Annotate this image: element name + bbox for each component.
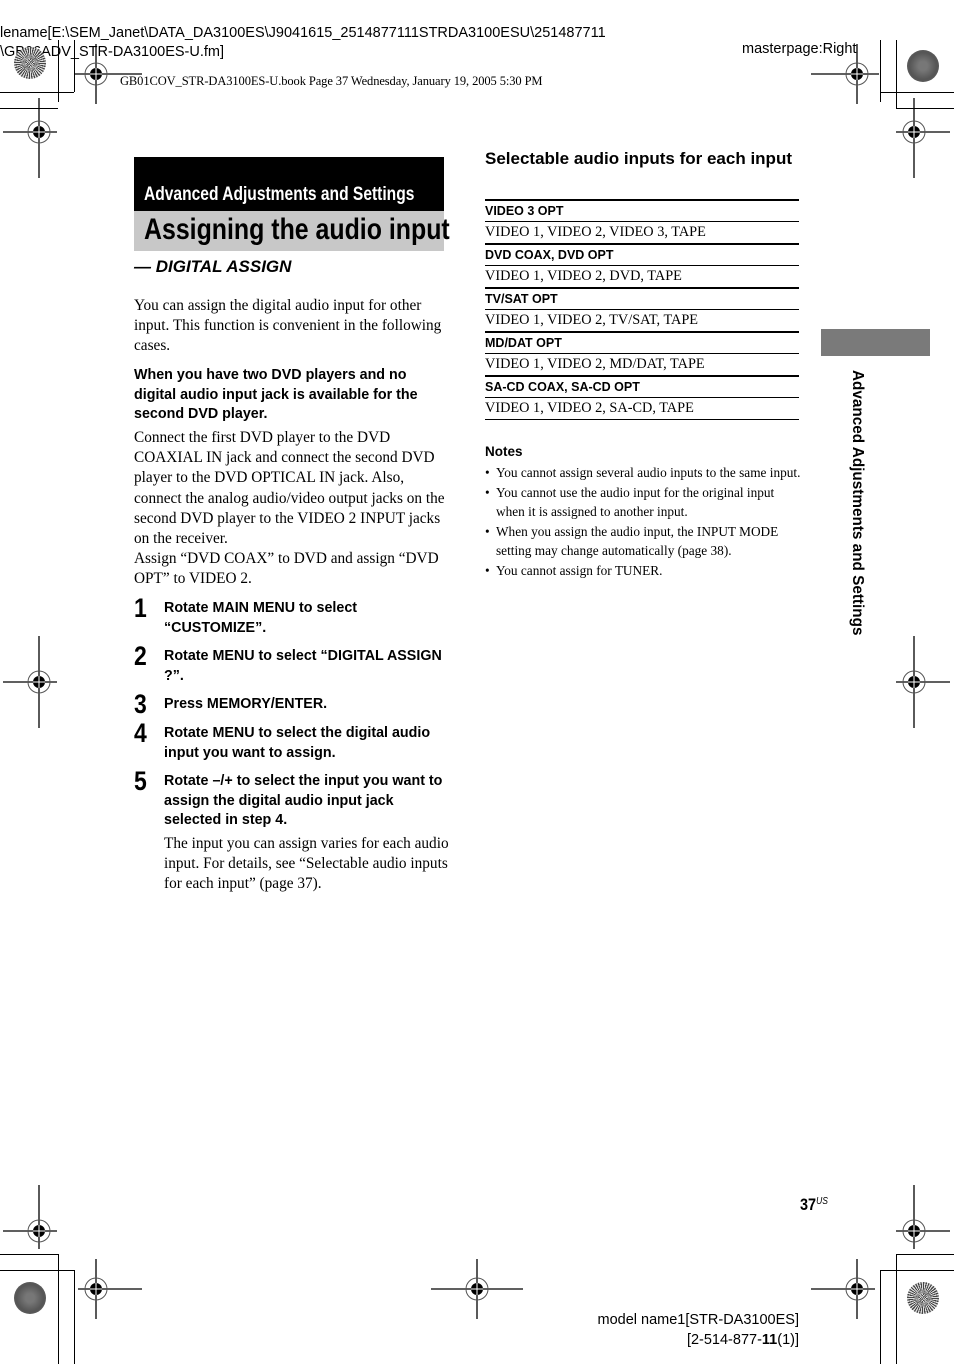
- intro-paragraph: You can assign the digital audio input f…: [134, 297, 442, 355]
- step-number: 2: [134, 641, 147, 671]
- model-code-prefix: [2-514-877-: [686, 1332, 762, 1348]
- color-rosette-icon: [907, 50, 939, 82]
- crosshair-icon: [896, 1185, 950, 1249]
- note-item: You cannot use the audio input for the o…: [485, 483, 801, 522]
- crop-line: [0, 1254, 58, 1255]
- crosshair-icon: [3, 1185, 57, 1249]
- table-row-input: TV/SAT OPT: [485, 287, 799, 309]
- table-title: Selectable audio inputs for each input: [485, 149, 792, 168]
- note-item: You cannot assign for TUNER.: [485, 561, 801, 581]
- crosshair-icon: [74, 44, 142, 104]
- step-number: 1: [134, 593, 147, 623]
- crosshair-icon: [896, 636, 950, 728]
- crosshair-icon: [3, 98, 57, 178]
- table-row-input: DVD COAX, DVD OPT: [485, 243, 799, 265]
- page-number-value: 37: [800, 1195, 817, 1214]
- crosshair-icon: [3, 636, 57, 728]
- table-row-selectable: VIDEO 1, VIDEO 2, TV/SAT, TAPE: [485, 309, 799, 331]
- table-row-input: SA-CD COAX, SA-CD OPT: [485, 375, 799, 397]
- step-note: The input you can assign varies for each…: [164, 835, 449, 893]
- crop-line: [0, 92, 74, 93]
- crosshair-icon: [896, 98, 950, 178]
- step-number: 3: [134, 689, 147, 719]
- model-line-1: model name1[STR-DA3100ES]: [597, 1312, 800, 1328]
- notes-list: You cannot assign several audio inputs t…: [485, 463, 801, 580]
- notes-heading: Notes: [485, 444, 523, 459]
- model-info: model name1[STR-DA3100ES] [2-514-877-11(…: [598, 1310, 800, 1350]
- note-item: When you assign the audio input, the INP…: [485, 522, 801, 561]
- crop-line: [880, 1270, 954, 1271]
- crosshair-icon: [78, 1259, 142, 1319]
- crop-line: [74, 1270, 75, 1364]
- case-body-paragraph-1: Connect the first DVD player to the DVD …: [134, 429, 445, 548]
- title-banner: Assigning the audio input: [134, 211, 450, 251]
- table-row-selectable: VIDEO 1, VIDEO 2, SA-CD, TAPE: [485, 397, 799, 419]
- model-code-suffix: (1)]: [777, 1332, 799, 1348]
- page-number-suffix: US: [816, 1196, 828, 1207]
- case-body: Connect the first DVD player to the DVD …: [134, 428, 450, 590]
- side-tab-block: [821, 329, 930, 356]
- step-text: Rotate MENU to select the digital audio …: [164, 725, 431, 761]
- crosshair-icon: [811, 44, 879, 104]
- step-number: 4: [134, 718, 147, 748]
- category-banner: Advanced Adjustments and Settings: [134, 157, 444, 211]
- color-rosette-icon: [14, 1282, 46, 1314]
- crop-line: [880, 1270, 881, 1364]
- case-body-paragraph-2: Assign “DVD COAX” to DVD and assign “DVD…: [134, 550, 439, 588]
- crop-line: [896, 1254, 954, 1255]
- table-row-input: MD/DAT OPT: [485, 331, 799, 353]
- table-bottom-rule: [485, 419, 799, 420]
- case-heading: When you have two DVD players and no dig…: [134, 367, 418, 422]
- model-line-2: [2-514-877-11(1)]: [598, 1330, 799, 1350]
- note-item: You cannot assign several audio inputs t…: [485, 463, 801, 483]
- crop-line: [0, 1270, 74, 1271]
- color-rosette-icon: [14, 47, 46, 79]
- category-label: Advanced Adjustments and Settings: [144, 184, 415, 205]
- step-text: Rotate –/+ to select the input you want …: [164, 773, 443, 828]
- crosshair-icon: [811, 1259, 875, 1319]
- filename-line-1: lename[E:\SEM_Janet\DATA_DA3100ES\J90416…: [0, 25, 606, 41]
- crosshair-icon: [431, 1259, 523, 1319]
- table-row-selectable: VIDEO 1, VIDEO 2, VIDEO 3, TAPE: [485, 221, 799, 243]
- model-code-bold: 11: [761, 1332, 778, 1348]
- step-text: Rotate MAIN MENU to select “CUSTOMIZE”.: [164, 600, 358, 636]
- page-title: Assigning the audio input: [144, 213, 450, 246]
- page-number: 37US: [800, 1195, 828, 1215]
- step-text: Press MEMORY/ENTER.: [164, 696, 328, 712]
- table-row-selectable: VIDEO 1, VIDEO 2, MD/DAT, TAPE: [485, 353, 799, 375]
- side-tab-label: Advanced Adjustments and Settings: [849, 370, 866, 636]
- step-text: Rotate MENU to select “DIGITAL ASSIGN ?”…: [164, 648, 442, 684]
- page-subtitle: — DIGITAL ASSIGN: [134, 257, 292, 276]
- step-number: 5: [134, 766, 147, 796]
- table-row-selectable: VIDEO 1, VIDEO 2, DVD, TAPE: [485, 265, 799, 287]
- crop-line: [880, 92, 954, 93]
- color-rosette-icon: [907, 1282, 939, 1314]
- book-info: GB01COV_STR-DA3100ES-U.book Page 37 Wedn…: [120, 74, 543, 88]
- selectable-inputs-table: VIDEO 3 OPT VIDEO 1, VIDEO 2, VIDEO 3, T…: [485, 199, 799, 420]
- table-row-input: VIDEO 3 OPT: [485, 199, 799, 221]
